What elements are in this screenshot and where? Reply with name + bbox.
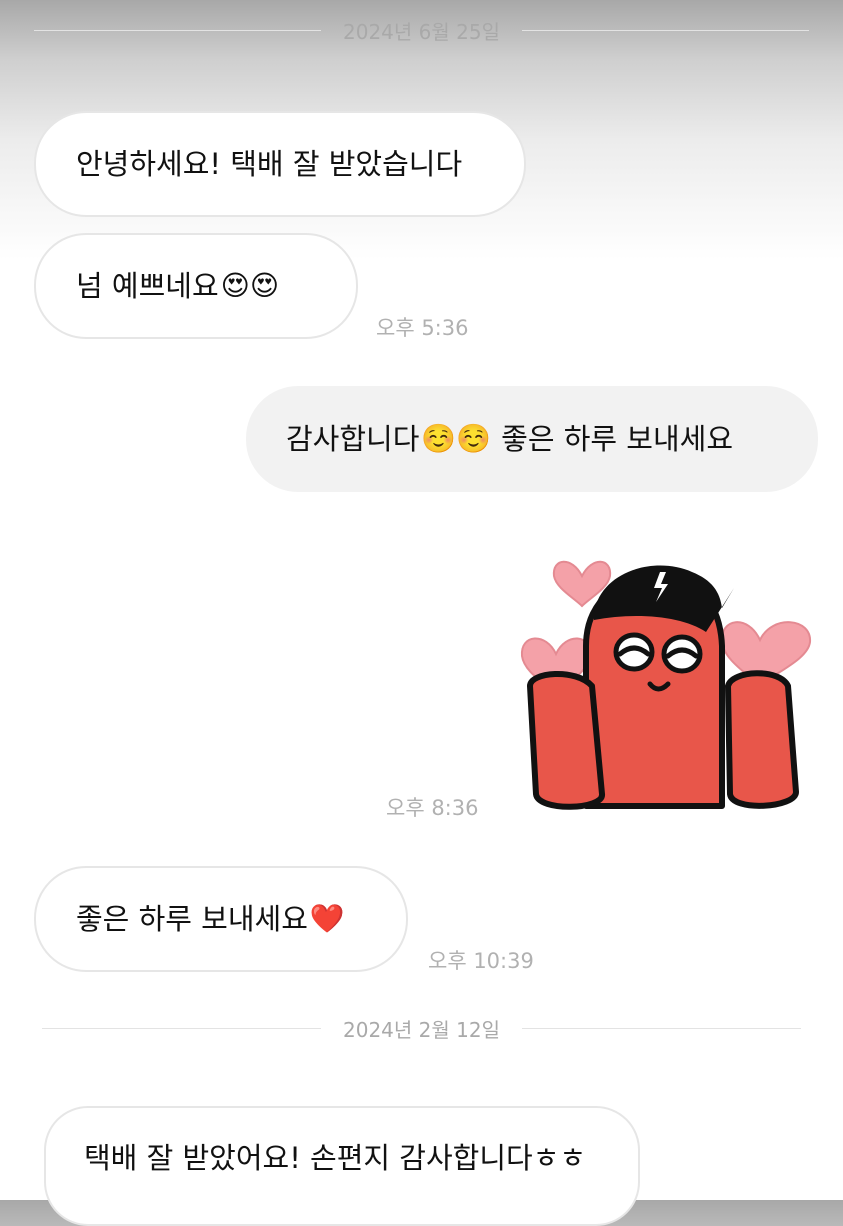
message-text: 좋은 하루 보내세요 <box>76 901 308 936</box>
message-timestamp: 오후 8:36 <box>386 796 479 820</box>
date-label: 2024년 2월 12일 <box>343 1018 500 1042</box>
message-text-tail: 좋은 하루 보내세요 <box>501 421 734 456</box>
message-text: 넘 예쁘네요 <box>76 268 219 303</box>
message-timestamp: 오후 5:36 <box>376 316 469 340</box>
incoming-message[interactable]: 안녕하세요! 택배 잘 받았습니다 <box>34 111 526 217</box>
sticker-message[interactable] <box>516 536 816 814</box>
divider-line <box>42 1028 321 1029</box>
date-separator: 2024년 6월 25일 <box>0 16 843 45</box>
heart-eyes-emoji-icon: 😍😍 <box>220 269 280 302</box>
incoming-message[interactable]: 넘 예쁘네요 😍😍 <box>34 233 358 339</box>
message-text: 감사합니다 <box>286 421 420 456</box>
message-timestamp: 오후 10:39 <box>428 949 534 973</box>
divider-line <box>522 30 809 31</box>
message-text: 안녕하세요! 택배 잘 받았습니다 <box>76 146 463 181</box>
outgoing-message[interactable]: 감사합니다 ☺️☺️ 좋은 하루 보내세요 <box>246 386 818 492</box>
date-label: 2024년 6월 25일 <box>343 20 500 44</box>
divider-line <box>522 1028 801 1029</box>
incoming-message[interactable]: 좋은 하루 보내세요 ❤️ <box>34 866 408 972</box>
incoming-message[interactable]: 택배 잘 받았어요! 손편지 감사합니다ㅎㅎ <box>44 1106 640 1226</box>
date-separator: 2024년 2월 12일 <box>0 1014 843 1043</box>
red-heart-emoji-icon: ❤️ <box>309 902 345 935</box>
smiling-emoji-icon: ☺️☺️ <box>421 422 492 455</box>
red-character-sticker-icon <box>520 560 812 810</box>
divider-line <box>34 30 321 31</box>
message-text: 택배 잘 받았어요! 손편지 감사합니다ㅎㅎ <box>84 1141 587 1175</box>
